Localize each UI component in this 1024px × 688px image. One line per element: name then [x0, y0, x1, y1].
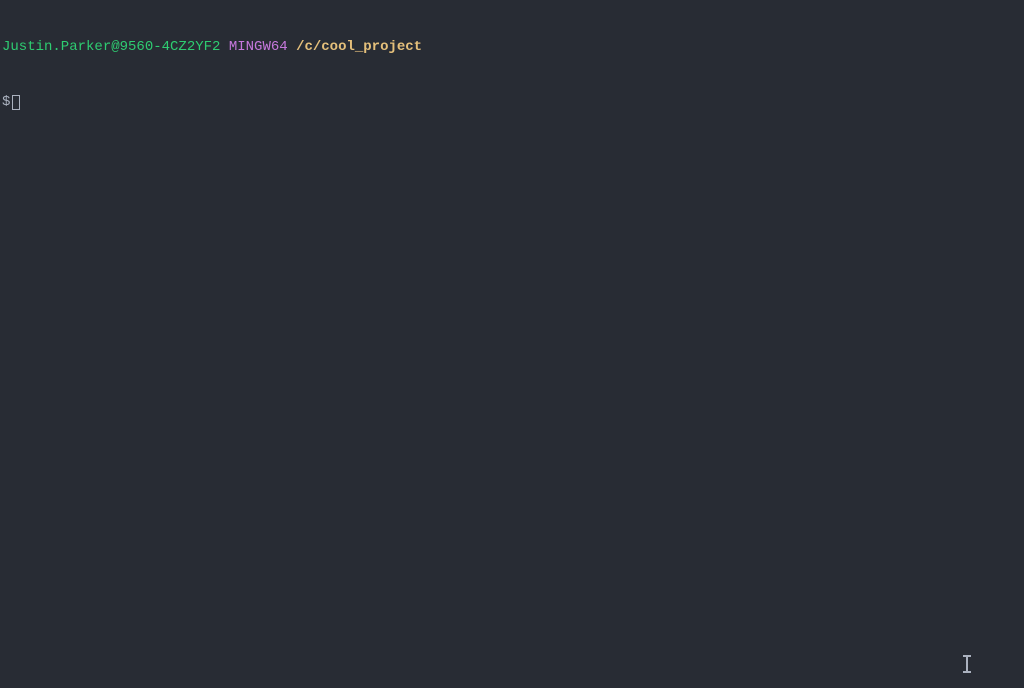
cursor-icon — [12, 95, 20, 110]
prompt-line: Justin.Parker@9560-4CZ2YF2 MINGW64 /c/co… — [2, 38, 1022, 56]
terminal-window[interactable]: Justin.Parker@9560-4CZ2YF2 MINGW64 /c/co… — [0, 0, 1024, 131]
prompt-symbol: $ — [2, 94, 10, 110]
current-path: /c/cool_project — [296, 39, 422, 55]
text-cursor-icon — [966, 656, 968, 672]
user-host: Justin.Parker@9560-4CZ2YF2 — [2, 39, 220, 55]
input-line[interactable]: $ — [2, 93, 1022, 111]
shell-name: MINGW64 — [229, 39, 288, 55]
